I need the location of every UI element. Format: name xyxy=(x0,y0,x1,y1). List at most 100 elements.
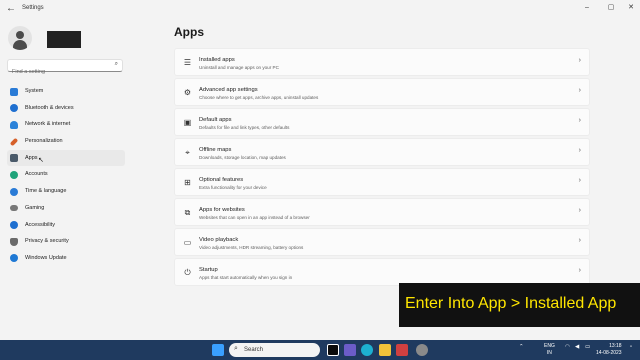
globe-clock-icon xyxy=(10,187,18,196)
sidebar-item-time-language[interactable]: Time & language xyxy=(7,183,125,200)
sidebar-item-system[interactable]: System xyxy=(7,83,125,100)
card-startup[interactable]: ⏻ Startup Apps that start automatically … xyxy=(174,258,590,286)
language-indicator[interactable]: ENG IN xyxy=(544,343,555,356)
search-icon[interactable]: ⌕ xyxy=(115,61,118,68)
battery-icon[interactable]: ▭ xyxy=(585,344,590,350)
shield-icon xyxy=(10,237,18,246)
avatar[interactable] xyxy=(8,26,32,50)
brush-icon xyxy=(9,137,19,146)
taskbar-search-label: Search xyxy=(244,346,264,353)
region-code: IN xyxy=(546,349,552,356)
sidebar-item-apps[interactable]: Apps xyxy=(7,149,125,167)
sidebar-item-label: Windows Update xyxy=(25,254,67,261)
card-subtitle: Websites that can open in an app instead… xyxy=(199,215,310,220)
update-icon xyxy=(10,254,18,263)
teams-chat-icon[interactable] xyxy=(344,344,356,356)
card-subtitle: Apps that start automatically when you s… xyxy=(199,275,293,280)
sidebar-item-privacy[interactable]: Privacy & security xyxy=(7,233,125,250)
caption-text: Enter Into App > Installed App xyxy=(405,295,617,312)
person-icon xyxy=(10,170,18,179)
chevron-up-icon[interactable]: ⌃ xyxy=(519,344,524,350)
sidebar-item-label: System xyxy=(25,88,44,94)
title-bar: ← Settings – ▢ ✕ xyxy=(0,0,640,18)
sidebar-item-label: Network & internet xyxy=(25,121,71,128)
card-title: Default apps xyxy=(199,117,232,123)
task-view-icon[interactable] xyxy=(327,344,339,356)
chevron-right-icon: › xyxy=(578,147,581,154)
grid-plus-icon: ⊞ xyxy=(184,178,191,187)
clock[interactable]: 13:18 14-08-2023 xyxy=(596,343,622,356)
video-icon: ▭ xyxy=(183,238,192,247)
sidebar-item-label: Accessibility xyxy=(25,221,55,228)
close-icon[interactable]: ✕ xyxy=(624,3,638,13)
card-subtitle: Downloads, storage location, map updates xyxy=(199,155,286,160)
minimize-icon[interactable]: – xyxy=(580,3,594,13)
back-arrow-icon[interactable]: ← xyxy=(6,3,18,15)
file-explorer-icon[interactable] xyxy=(379,344,391,356)
card-advanced-app-settings[interactable]: ⚙ Advanced app settings Choose where to … xyxy=(174,78,590,106)
card-default-apps[interactable]: ▣ Default apps Defaults for file and lin… xyxy=(174,108,590,136)
sidebar-item-label: Personalization xyxy=(25,138,63,145)
window-title: Settings xyxy=(22,5,44,11)
card-offline-maps[interactable]: ⌖ Offline maps Downloads, storage locati… xyxy=(174,138,590,166)
sidebar-item-accessibility[interactable]: Accessibility xyxy=(7,217,125,234)
search-icon: ⌕ xyxy=(234,345,238,352)
apps-settings-list: ☰ Installed apps Uninstall and manage ap… xyxy=(174,48,590,288)
controller-icon xyxy=(10,205,18,212)
chevron-right-icon: › xyxy=(578,207,581,214)
accessibility-icon xyxy=(10,221,18,229)
chevron-right-icon: › xyxy=(578,87,581,94)
settings-taskbar-icon[interactable] xyxy=(416,344,428,356)
card-title: Apps for websites xyxy=(199,207,245,213)
chevron-right-icon: › xyxy=(578,177,581,184)
card-title: Video playback xyxy=(199,237,239,243)
avatar-head-shape xyxy=(16,31,24,39)
sidebar-item-accounts[interactable]: Accounts xyxy=(7,166,125,183)
taskbar-search[interactable]: ⌕ Search xyxy=(229,343,320,357)
card-installed-apps[interactable]: ☰ Installed apps Uninstall and manage ap… xyxy=(174,48,590,76)
sidebar-item-bluetooth[interactable]: Bluetooth & devices xyxy=(7,100,125,117)
sidebar-item-label: Gaming xyxy=(25,204,45,211)
redacted-username xyxy=(47,31,81,48)
edge-browser-icon[interactable] xyxy=(361,344,373,356)
card-title: Installed apps xyxy=(199,57,235,63)
card-optional-features[interactable]: ⊞ Optional features Extra functionality … xyxy=(174,168,590,196)
startup-icon: ⏻ xyxy=(184,268,191,277)
volume-icon[interactable]: ◀ xyxy=(575,344,579,350)
chevron-right-icon: › xyxy=(578,267,581,274)
card-title: Optional features xyxy=(199,177,244,183)
card-subtitle: Defaults for file and link types, other … xyxy=(199,125,290,130)
card-video-playback[interactable]: ▭ Video playback Video adjustments, HDR … xyxy=(174,228,590,256)
mouse-cursor-icon: ↖ xyxy=(38,157,44,164)
card-title: Offline maps xyxy=(199,147,232,153)
app-settings-icon: ⚙ xyxy=(183,88,192,97)
page-title: Apps xyxy=(174,25,204,39)
sidebar-item-label: Apps xyxy=(25,154,38,161)
web-app-icon: ⧉ xyxy=(184,208,191,217)
taskbar: ⌕ Search ⌃ ENG IN ◠ ◀ ▭ 13:18 14-08-2023… xyxy=(0,340,640,360)
wifi-icon[interactable]: ◠ xyxy=(565,344,570,350)
card-title: Startup xyxy=(199,267,218,273)
sidebar-item-label: Time & language xyxy=(25,188,67,195)
maximize-icon[interactable]: ▢ xyxy=(604,3,618,13)
avatar-body-shape xyxy=(13,40,27,50)
default-apps-icon: ▣ xyxy=(183,118,192,127)
search-input[interactable] xyxy=(8,66,108,78)
sidebar-item-network[interactable]: Network & internet xyxy=(7,116,125,133)
clock-date: 14-08-2023 xyxy=(596,349,622,356)
sidebar-item-personalization[interactable]: Personalization xyxy=(7,133,125,150)
wifi-icon xyxy=(10,120,18,129)
card-subtitle: Extra functionality for your device xyxy=(199,185,267,190)
settings-search-box[interactable]: ⌕ xyxy=(7,59,123,78)
windows-start-icon[interactable] xyxy=(212,344,224,356)
apps-icon xyxy=(10,154,18,163)
card-subtitle: Video adjustments, HDR streaming, batter… xyxy=(199,245,304,250)
app-icon-red[interactable] xyxy=(396,344,408,356)
bluetooth-icon xyxy=(10,104,18,113)
notification-icon[interactable]: ▫ xyxy=(630,344,632,350)
chevron-right-icon: › xyxy=(578,117,581,124)
sidebar-item-windows-update[interactable]: Windows Update xyxy=(7,250,125,267)
sidebar-item-gaming[interactable]: Gaming xyxy=(7,200,125,217)
sidebar-nav: System Bluetooth & devices Network & int… xyxy=(7,83,125,267)
card-apps-for-websites[interactable]: ⧉ Apps for websites Websites that can op… xyxy=(174,198,590,226)
